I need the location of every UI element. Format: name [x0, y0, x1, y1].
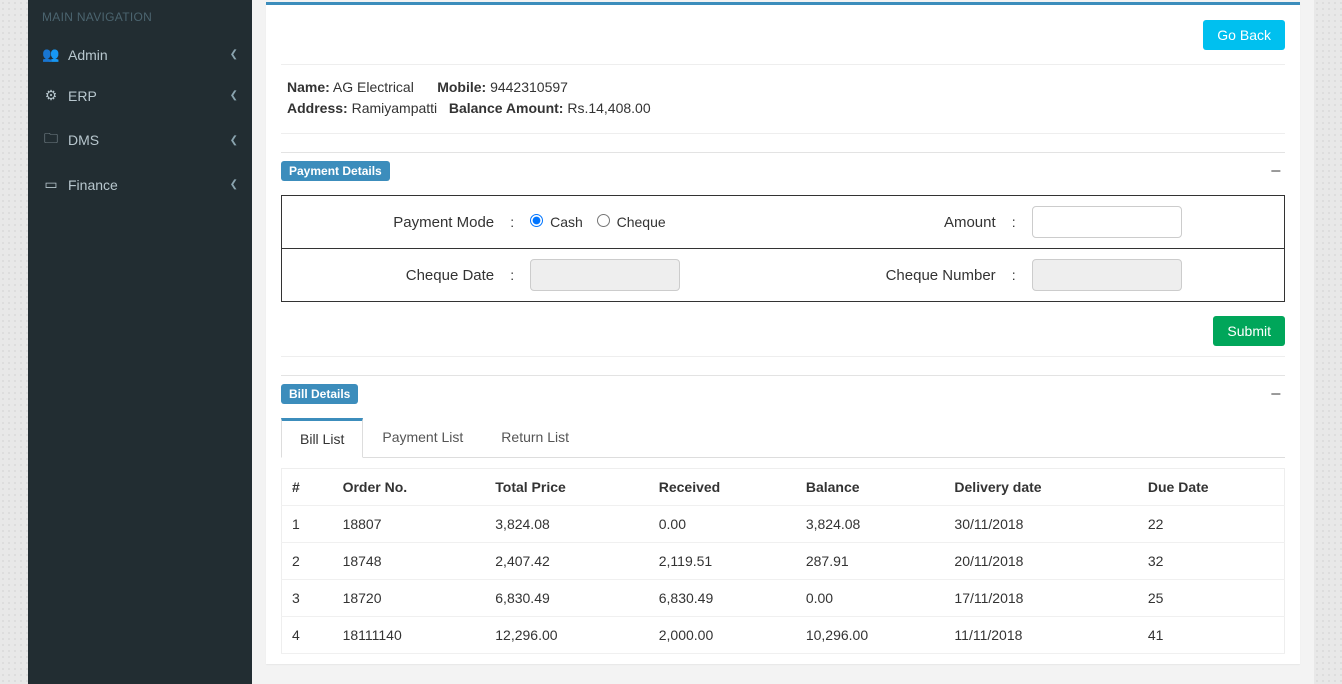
- bill-tabs: Bill List Payment List Return List: [281, 418, 1285, 458]
- mobile-label: Mobile:: [437, 79, 486, 95]
- cheque-number-input: [1032, 259, 1182, 291]
- mobile-value: 9442310597: [490, 79, 568, 95]
- col-balance: Balance: [796, 469, 945, 506]
- col-num: #: [282, 469, 333, 506]
- users-icon: 👥: [42, 46, 60, 63]
- balance-label: Balance Amount:: [449, 100, 564, 116]
- payment-section: Payment Details − Payment Mode : Cash: [281, 152, 1285, 357]
- balance-value: Rs.14,408.00: [567, 100, 650, 116]
- col-order: Order No.: [333, 469, 486, 506]
- chevron-left-icon: ❮: [230, 49, 238, 60]
- sidebar-item-label: DMS: [68, 132, 230, 148]
- collapse-icon[interactable]: −: [1266, 162, 1285, 180]
- money-icon: ▭: [42, 176, 60, 193]
- table-row: 1 18807 3,824.08 0.00 3,824.08 30/11/201…: [282, 506, 1285, 543]
- payment-section-title: Payment Details: [281, 161, 390, 181]
- cheque-date-label: Cheque Date: [282, 249, 503, 302]
- gear-icon: ⚙: [42, 87, 60, 104]
- collapse-icon[interactable]: −: [1266, 385, 1285, 403]
- customer-info: Name: AG Electrical Mobile: 9442310597 A…: [281, 64, 1285, 134]
- sidebar-item-erp[interactable]: ⚙ ERP ❮: [28, 75, 252, 116]
- col-delivery: Delivery date: [944, 469, 1137, 506]
- chevron-left-icon: ❮: [230, 90, 238, 101]
- cheque-number-label: Cheque Number: [783, 249, 1004, 302]
- amount-label: Amount: [783, 196, 1004, 249]
- sidebar-item-label: Finance: [68, 177, 230, 193]
- radio-cheque[interactable]: [597, 214, 610, 227]
- address-value: Ramiyampatti: [352, 100, 438, 116]
- sidebar-item-admin[interactable]: 👥 Admin ❮: [28, 34, 252, 75]
- submit-button[interactable]: Submit: [1213, 316, 1285, 346]
- sidebar-heading: MAIN NAVIGATION: [28, 0, 252, 34]
- cheque-date-input: [530, 259, 680, 291]
- tab-bill-list[interactable]: Bill List: [281, 418, 363, 458]
- main-content: Go Back Name: AG Electrical Mobile: 9442…: [252, 0, 1314, 684]
- radio-cash-label[interactable]: Cash: [530, 214, 586, 230]
- bill-table: # Order No. Total Price Received Balance…: [281, 468, 1285, 654]
- go-back-button[interactable]: Go Back: [1203, 20, 1285, 50]
- col-due: Due Date: [1138, 469, 1285, 506]
- col-total: Total Price: [485, 469, 648, 506]
- chevron-left-icon: ❮: [230, 135, 238, 146]
- radio-cash[interactable]: [530, 214, 543, 227]
- payment-mode-label: Payment Mode: [282, 196, 503, 249]
- sidebar-item-label: Admin: [68, 47, 230, 63]
- chevron-left-icon: ❮: [230, 179, 238, 190]
- folder-icon: 🗀: [42, 128, 60, 152]
- name-label: Name:: [287, 79, 330, 95]
- tab-payment-list[interactable]: Payment List: [363, 418, 482, 458]
- amount-input[interactable]: [1032, 206, 1182, 238]
- table-row: 3 18720 6,830.49 6,830.49 0.00 17/11/201…: [282, 580, 1285, 617]
- sidebar-item-finance[interactable]: ▭ Finance ❮: [28, 164, 252, 205]
- payment-form: Payment Mode : Cash Cheque: [281, 195, 1285, 302]
- bill-section-title: Bill Details: [281, 384, 358, 404]
- name-value: AG Electrical: [333, 79, 414, 95]
- main-panel: Go Back Name: AG Electrical Mobile: 9442…: [266, 2, 1300, 664]
- address-label: Address:: [287, 100, 348, 116]
- bill-section: Bill Details − Bill List Payment List Re…: [281, 375, 1285, 654]
- sidebar-item-dms[interactable]: 🗀 DMS ❮: [28, 116, 252, 164]
- table-row: 4 18111140 12,296.00 2,000.00 10,296.00 …: [282, 617, 1285, 654]
- radio-cheque-label[interactable]: Cheque: [597, 214, 666, 230]
- col-received: Received: [649, 469, 796, 506]
- sidebar: MAIN NAVIGATION 👥 Admin ❮ ⚙ ERP ❮ 🗀 DMS …: [28, 0, 252, 684]
- tab-return-list[interactable]: Return List: [482, 418, 588, 458]
- sidebar-item-label: ERP: [68, 88, 230, 104]
- table-row: 2 18748 2,407.42 2,119.51 287.91 20/11/2…: [282, 543, 1285, 580]
